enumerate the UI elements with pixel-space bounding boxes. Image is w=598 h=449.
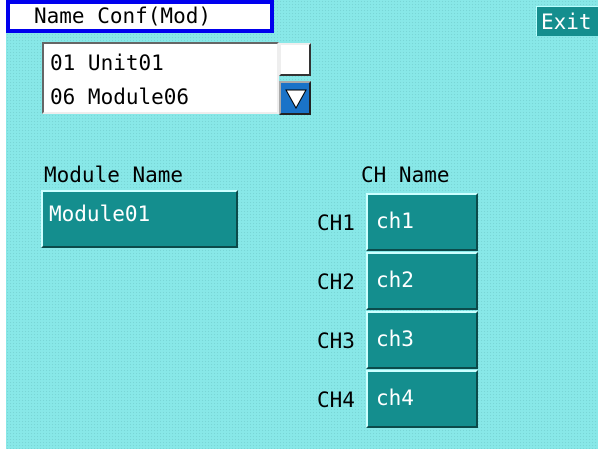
ch1-label: CH1 — [317, 211, 355, 235]
ch-name-label: CH Name — [361, 163, 450, 187]
ch2-label: CH2 — [317, 270, 355, 294]
module-name-field[interactable]: Module01 — [41, 190, 238, 248]
ch1-name-field[interactable]: ch1 — [366, 193, 478, 251]
ch2-name-value: ch2 — [376, 268, 414, 292]
ch1-name-value: ch1 — [376, 209, 414, 233]
exit-button-label: Exit — [541, 10, 592, 34]
page-title: Name Conf(Mod) — [6, 0, 274, 33]
ch3-name-value: ch3 — [376, 327, 414, 351]
list-item[interactable]: 01 Unit01 — [50, 50, 164, 76]
module-name-value: Module01 — [49, 202, 151, 226]
scroll-down-button[interactable] — [279, 81, 311, 115]
ch4-label: CH4 — [317, 388, 355, 412]
exit-button[interactable]: Exit — [536, 6, 598, 36]
ch4-name-value: ch4 — [376, 386, 414, 410]
unit-list[interactable]: 01 Unit01 06 Module06 — [42, 42, 279, 114]
module-name-label: Module Name — [44, 163, 184, 187]
list-item[interactable]: 06 Module06 — [50, 84, 189, 110]
ch3-name-field[interactable]: ch3 — [366, 311, 478, 369]
ch2-name-field[interactable]: ch2 — [366, 252, 478, 310]
scroll-up-button[interactable] — [279, 43, 311, 76]
ch3-label: CH3 — [317, 329, 355, 353]
page-title-text: Name Conf(Mod) — [34, 4, 212, 28]
ch4-name-field[interactable]: ch4 — [366, 370, 478, 428]
screen: Name Conf(Mod) Exit 01 Unit01 06 Module0… — [6, 0, 598, 449]
triangle-down-icon — [285, 89, 307, 109]
